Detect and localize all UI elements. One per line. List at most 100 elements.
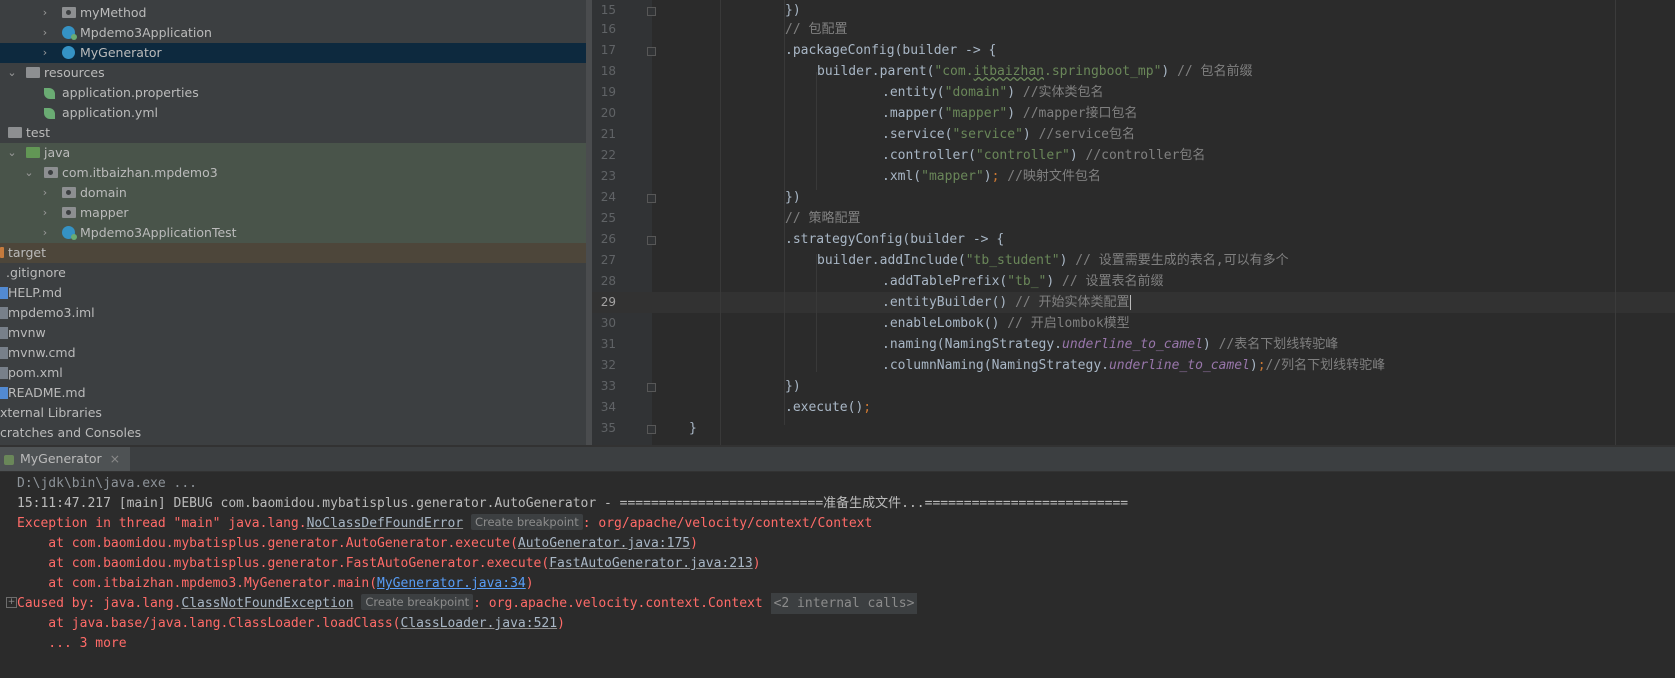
run-console[interactable]: D:\jdk\bin\java.exe ... 15:11:47.217 [ma… [0,472,1675,678]
run-icon [4,454,14,465]
chevron-right-icon[interactable]: › [40,203,50,223]
line-number: 32 [600,358,616,372]
tree-item-resources[interactable]: ⌄ resources [0,63,586,83]
tree-item-help-md[interactable]: HELP.md [0,283,586,303]
line-number: 17 [600,43,616,57]
line-number: 34 [600,400,616,414]
tree-item-external-libraries[interactable]: xternal Libraries [0,403,586,423]
tree-item-gitignore[interactable]: .gitignore [0,263,586,283]
folder-icon [26,147,40,158]
close-icon[interactable]: × [110,451,120,466]
right-margin-guide [1615,0,1616,445]
exception-class-link[interactable]: NoClassDefFoundError [307,516,464,531]
tree-item-label: .gitignore [6,265,66,280]
tree-item-label: README.md [8,385,86,400]
folder-icon [62,7,76,18]
chevron-right-icon[interactable]: › [40,3,50,23]
code-line-32: .columnNaming(NamingStrategy.underline_t… [882,358,1386,373]
code-line-19: .entity("domain") //实体类包名 [882,85,1104,100]
stack-frame-link[interactable]: AutoGenerator.java:175 [518,536,690,551]
fold-marker-icon[interactable] [647,236,656,245]
code-line-26: .strategyConfig(builder -> { [785,232,1005,247]
run-tab-mygenerator[interactable]: MyGenerator × [0,447,131,471]
line-number-current: 29 [600,295,616,309]
fold-marker-icon[interactable] [647,47,656,56]
tree-item-application-properties[interactable]: application.properties [0,83,586,103]
code-line-18: builder.parent("com.itbaizhan.springboot… [817,64,1253,79]
tree-item-mymethod[interactable]: › myMethod [0,3,586,23]
code-line-23: .xml("mapper"); //映射文件包名 [882,169,1101,184]
stack-frame-link[interactable]: ClassLoader.java:521 [401,616,558,631]
tree-item-label: HELP.md [8,285,62,300]
chevron-right-icon[interactable]: › [40,23,50,43]
expand-icon[interactable]: + [6,597,17,608]
stack-frame-link[interactable]: MyGenerator.java:34 [377,576,526,591]
fold-marker-icon[interactable] [647,7,656,16]
code-line-15: }) [785,3,801,18]
code-line-33: }) [785,379,801,394]
tree-item-mvnw[interactable]: mvnw [0,323,586,343]
tree-item-mapper[interactable]: › mapper [0,203,586,223]
tree-item-label: java [44,145,71,160]
line-number: 21 [600,127,616,141]
console-line-stack: at com.baomidou.mybatisplus.generator.Au… [17,536,698,551]
indent-guide [720,0,721,445]
tree-item-mpdemo3application[interactable]: › Mpdemo3Application [0,23,586,43]
stack-frame-link[interactable]: FastAutoGenerator.java:213 [549,556,753,571]
chevron-right-icon[interactable]: › [40,183,50,203]
create-breakpoint-button[interactable]: Create breakpoint [470,514,583,530]
class-icon [62,46,75,59]
line-number: 35 [600,421,616,435]
tree-item-application-yml[interactable]: application.yml [0,103,586,123]
tree-item-mvnw-cmd[interactable]: mvnw.cmd [0,343,586,363]
line-number: 22 [600,148,616,162]
line-number: 20 [600,106,616,120]
project-tree: › myMethod › Mpdemo3Application › MyGene… [0,0,586,445]
tree-item-mygenerator[interactable]: › MyGenerator [0,43,586,63]
fold-marker-icon[interactable] [647,383,656,392]
line-number: 18 [600,64,616,78]
code-line-29: .entityBuilder() // 开始实体类配置 [882,295,1131,310]
fold-marker-icon[interactable] [647,194,656,203]
tree-item-java[interactable]: ⌄ java [0,143,586,163]
folder-icon [62,207,76,218]
tree-item-target[interactable]: target [0,243,586,263]
tree-item-domain[interactable]: › domain [0,183,586,203]
line-number: 30 [600,316,616,330]
tree-item-label: cratches and Consoles [0,425,142,440]
chevron-right-icon[interactable]: › [40,223,50,243]
file-icon [0,367,8,379]
tree-item-readme-md[interactable]: README.md [0,383,586,403]
create-breakpoint-button[interactable]: Create breakpoint [361,594,474,610]
tree-item-label: mapper [80,205,129,220]
spring-leaf-icon [44,88,55,99]
line-number: 25 [600,211,616,225]
tree-item-mpdemo3applicationtest[interactable]: › Mpdemo3ApplicationTest [0,223,586,243]
console-line-command[interactable]: D:\jdk\bin\java.exe ... [17,473,197,494]
tree-item-label: myMethod [80,5,147,20]
console-line-debug: 15:11:47.217 [main] DEBUG com.baomidou.m… [17,496,1129,511]
tree-item-package[interactable]: ⌄ com.itbaizhan.mpdemo3 [0,163,586,183]
tree-item-scratches[interactable]: cratches and Consoles [0,423,586,443]
chevron-down-icon[interactable]: ⌄ [7,63,17,83]
internal-calls-fold[interactable]: <2 internal calls> [770,593,918,614]
run-tab-label: MyGenerator [20,451,102,466]
fold-marker-icon[interactable] [647,425,656,434]
folder-icon [44,167,58,178]
chevron-right-icon[interactable]: › [40,43,50,63]
exception-class-link[interactable]: ClassNotFoundException [181,596,353,611]
code-line-20: .mapper("mapper") //mapper接口包名 [882,106,1138,121]
tree-item-pom-xml[interactable]: pom.xml [0,363,586,383]
chevron-down-icon[interactable]: ⌄ [24,163,34,183]
tree-item-iml[interactable]: mpdemo3.iml [0,303,586,323]
line-number: 16 [600,22,616,36]
line-number: 19 [600,85,616,99]
code-line-31: .naming(NamingStrategy.underline_to_came… [882,337,1339,352]
folder-icon [62,187,76,198]
chevron-down-icon[interactable]: ⌄ [7,143,17,163]
tree-item-label: xternal Libraries [0,405,102,420]
tree-item-test[interactable]: test [0,123,586,143]
tree-item-label: application.yml [62,105,158,120]
indent-guide [816,254,817,372]
code-line-28: .addTablePrefix("tb_") // 设置表名前缀 [882,274,1164,289]
